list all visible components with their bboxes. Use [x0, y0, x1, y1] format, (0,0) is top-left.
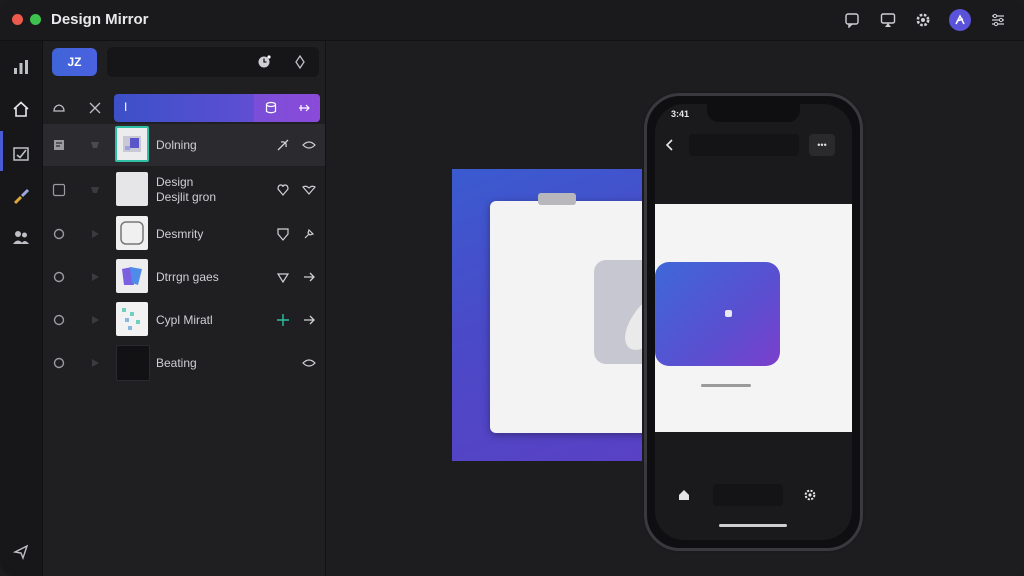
home-icon[interactable]	[9, 97, 33, 121]
radio-icon[interactable]	[52, 227, 66, 241]
database-icon[interactable]	[264, 101, 278, 115]
settings-icon[interactable]	[803, 488, 817, 502]
home-indicator	[719, 524, 787, 527]
people-icon[interactable]	[9, 225, 33, 249]
layer-label: Cypl Miratl	[156, 313, 213, 327]
brush-icon[interactable]	[9, 185, 33, 209]
app-title: Design Mirror	[51, 11, 149, 28]
heart-icon[interactable]	[276, 183, 290, 197]
visibility-icon[interactable]	[302, 138, 316, 152]
profile-icon[interactable]	[949, 9, 971, 31]
tag-icon	[88, 183, 102, 197]
home-icon[interactable]	[677, 488, 691, 502]
checkbox-icon[interactable]	[52, 183, 66, 197]
radio-icon[interactable]	[52, 313, 66, 327]
layer-row[interactable]: Design Desjlit gron	[43, 169, 325, 211]
layer-label: Dtrrgn gaes	[156, 270, 219, 284]
status-time: 3:41	[671, 109, 690, 119]
layer-thumbnail	[116, 259, 148, 293]
phone-bottom-field[interactable]	[713, 484, 783, 506]
layer-thumbnail	[116, 345, 150, 381]
layer-label: Desmrity	[156, 227, 204, 241]
layer-thumbnail	[115, 126, 149, 162]
arrow-right-icon[interactable]	[302, 270, 316, 284]
toolbar-label: I	[124, 100, 128, 114]
play-icon	[88, 356, 102, 370]
phone-caption-line	[701, 384, 751, 387]
play-icon	[88, 270, 102, 284]
scissors-icon[interactable]	[88, 101, 102, 115]
phone-header: •••	[655, 128, 852, 162]
layer-thumbnail	[116, 216, 148, 250]
layers-panel: JZ I Dolning Design Desjlit gron Desmrit…	[43, 41, 326, 576]
shield-heart-icon[interactable]	[276, 227, 290, 241]
play-icon	[88, 313, 102, 327]
pin-icon[interactable]	[302, 227, 316, 241]
left-rail	[0, 41, 43, 576]
chart-icon[interactable]	[9, 55, 33, 79]
crosshair-icon[interactable]	[276, 313, 290, 327]
image-check-icon[interactable]	[9, 142, 33, 166]
back-icon[interactable]	[663, 138, 677, 152]
layers-toggle-button[interactable]: JZ	[52, 48, 97, 76]
phone-content	[655, 204, 852, 432]
layers-toggle-label: JZ	[67, 55, 82, 69]
design-canvas[interactable]: 3:41 •••	[326, 41, 1024, 576]
resize-icon[interactable]	[297, 101, 311, 115]
cloud-icon[interactable]	[52, 101, 66, 115]
send-icon[interactable]	[9, 540, 33, 564]
phone-title-field[interactable]	[689, 134, 799, 156]
layer-row[interactable]: Cypl Miratl	[43, 299, 325, 341]
more-options-button[interactable]: •••	[809, 134, 835, 156]
app-window: Design Mirror JZ I Dolning Design Desjli…	[0, 0, 1024, 576]
panel-search-field[interactable]	[107, 47, 319, 77]
settings-icon[interactable]	[913, 10, 933, 30]
layer-label: Design Desjlit gron	[156, 175, 217, 204]
phone-card-dot	[725, 310, 732, 317]
device-mirror-icon[interactable]	[878, 10, 898, 30]
radio-icon[interactable]	[52, 270, 66, 284]
layer-row[interactable]: Dtrrgn gaes	[43, 256, 325, 298]
chat-icon[interactable]	[842, 10, 862, 30]
arrow-right-icon[interactable]	[302, 313, 316, 327]
layer-row[interactable]: Dolning	[43, 124, 325, 166]
layer-thumbnail	[116, 172, 148, 206]
close-window-button[interactable]	[12, 14, 23, 25]
layer-row[interactable]: Desmrity	[43, 213, 325, 255]
diamond-icon[interactable]	[293, 55, 307, 69]
tag-icon	[88, 138, 102, 152]
layer-label: Beating	[156, 356, 197, 370]
sliders-icon[interactable]	[988, 10, 1008, 30]
active-indicator	[0, 131, 3, 171]
radio-icon[interactable]	[52, 356, 66, 370]
phone-bottom-bar	[655, 476, 852, 516]
layer-type-icon	[52, 138, 66, 152]
feather-icon[interactable]	[276, 138, 290, 152]
phone-card[interactable]	[655, 262, 780, 366]
history-icon[interactable]	[257, 55, 271, 69]
layer-label: Dolning	[156, 138, 197, 152]
gradient-toolbar[interactable]: I	[114, 94, 320, 122]
layer-tools-row: I	[43, 93, 325, 123]
layer-row[interactable]: Beating	[43, 342, 325, 384]
phone-screen: 3:41 •••	[655, 104, 852, 540]
play-icon	[88, 227, 102, 241]
zoom-window-button[interactable]	[30, 14, 41, 25]
phone-preview[interactable]: 3:41 •••	[644, 93, 863, 551]
chevron-heart-icon[interactable]	[302, 183, 316, 197]
layer-thumbnail	[116, 302, 148, 336]
heart-icon[interactable]	[276, 270, 290, 284]
card-handle[interactable]	[538, 193, 576, 205]
phone-notch	[707, 104, 800, 122]
title-bar: Design Mirror	[0, 0, 1024, 41]
visibility-icon[interactable]	[302, 356, 316, 370]
